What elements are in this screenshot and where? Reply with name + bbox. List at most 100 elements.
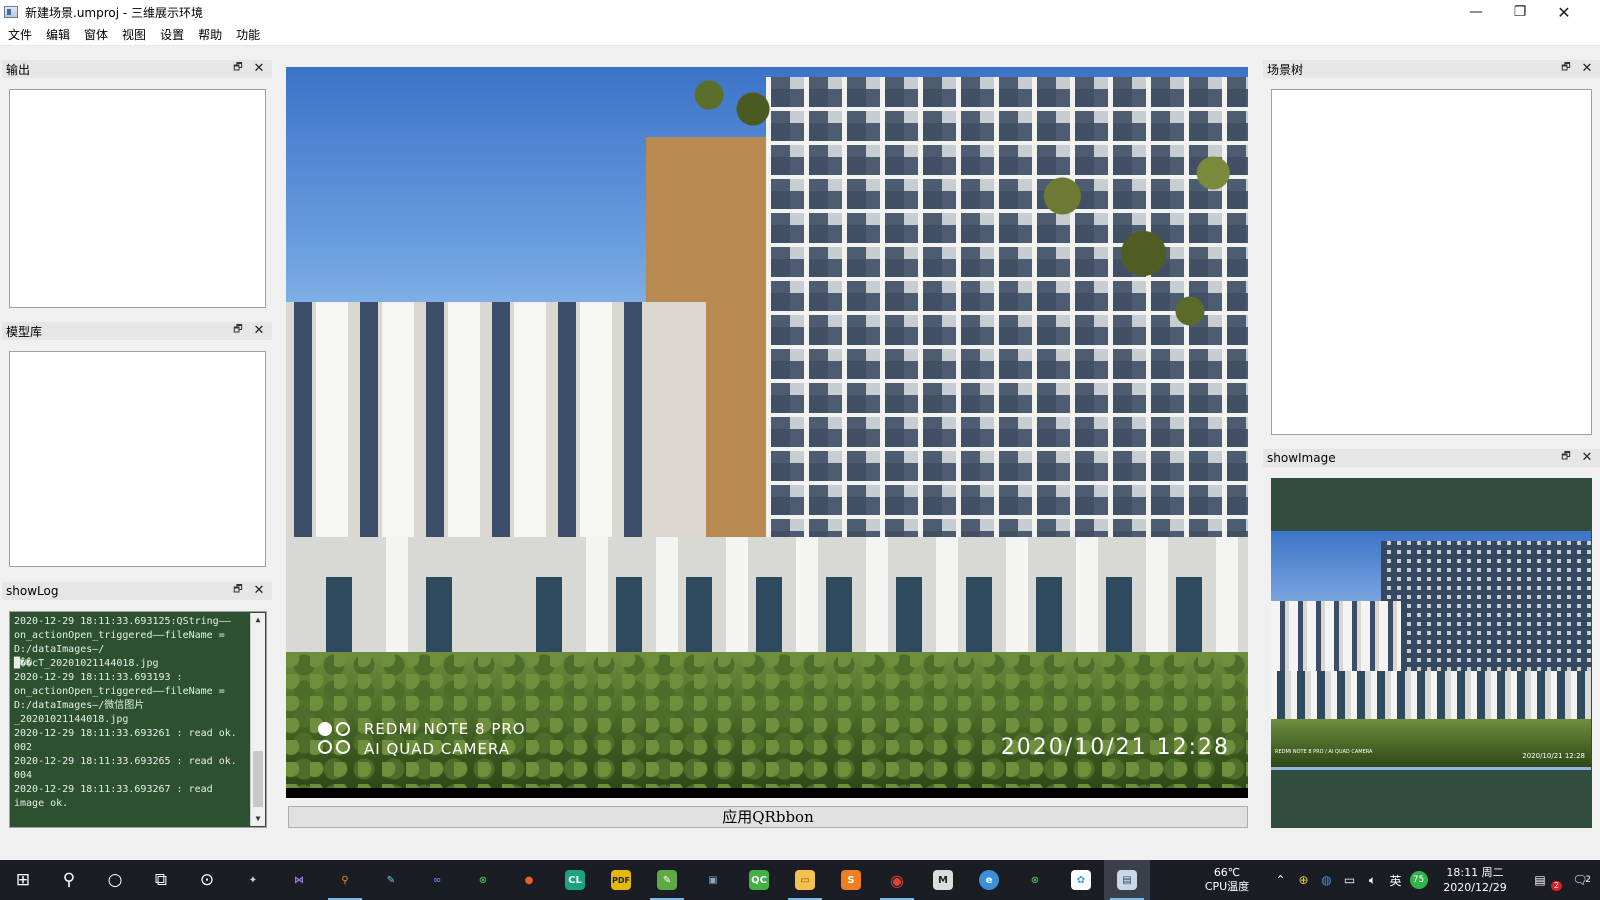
- log-line: 2020-12-29 18:11:33.693265 : read ok.: [14, 756, 237, 767]
- action-center-icon[interactable]: 🗨︎ 2: [1560, 873, 1600, 887]
- log-scrollbar[interactable]: ▲ ▼: [250, 613, 265, 826]
- menu-view[interactable]: 视图: [116, 26, 152, 43]
- restore-button[interactable]: ❐: [1498, 0, 1542, 24]
- photo-viewer-icon[interactable]: ▣: [690, 860, 736, 900]
- performance-badge-icon[interactable]: 75: [1407, 871, 1430, 889]
- camera-watermark: REDMI NOTE 8 PRO AI QUAD CAMERA: [316, 719, 526, 759]
- qt-creator-icon[interactable]: QC: [736, 860, 782, 900]
- chrome-icon[interactable]: ◉: [874, 860, 920, 900]
- pdf-icon[interactable]: PDF: [598, 860, 644, 900]
- xbox-icon-2[interactable]: ⊗: [1012, 860, 1058, 900]
- clock-date: 2020/12/29: [1443, 881, 1507, 894]
- show-image-area[interactable]: REDMI NOTE 8 PRO / AI QUAD CAMERA 2020/1…: [1271, 478, 1592, 828]
- task-view-icon[interactable]: ⧉: [138, 860, 184, 900]
- system-tray: 66℃ CPU温度 ⌃ ⊕ ◍ ▭ 🔈︎ 英 75 18:11 周二 2020/…: [1197, 860, 1600, 900]
- float-icon[interactable]: 🗗: [232, 62, 244, 74]
- watermark-model: REDMI NOTE 8 PRO: [364, 720, 526, 738]
- scroll-up-icon[interactable]: ▲: [251, 613, 265, 627]
- qt-window-icon[interactable]: ▤: [1104, 860, 1150, 900]
- show-log-dock-header[interactable]: showLog 🗗 ✕: [2, 582, 272, 600]
- model-library-dock-header[interactable]: 模型库 🗗 ✕: [2, 322, 272, 340]
- show-log-dock: showLog 🗗 ✕ 2020-12-29 18:11:33.693125:Q…: [2, 582, 272, 830]
- infinity-app-icon[interactable]: ∞: [414, 860, 460, 900]
- close-icon[interactable]: ✕: [252, 322, 266, 340]
- main-image-view[interactable]: REDMI NOTE 8 PRO AI QUAD CAMERA 2020/10/…: [286, 67, 1248, 798]
- model-library-area[interactable]: [9, 351, 266, 567]
- monitor-app-icon[interactable]: M: [920, 860, 966, 900]
- system-clock[interactable]: 18:11 周二 2020/12/29: [1436, 865, 1514, 895]
- edge-icon[interactable]: e: [966, 860, 1012, 900]
- windows-start-icon[interactable]: ⊞: [0, 860, 46, 900]
- menu-settings[interactable]: 设置: [154, 26, 190, 43]
- close-window-button[interactable]: ✕: [1542, 0, 1586, 24]
- menu-help[interactable]: 帮助: [192, 26, 228, 43]
- sublime-icon[interactable]: S: [828, 860, 874, 900]
- log-line: 2020-12-29 18:11:33.693193 :: [14, 672, 183, 683]
- search-icon[interactable]: ⚲: [46, 860, 92, 900]
- thumbnail-timestamp: 2020/10/21 12:28: [1522, 752, 1585, 760]
- network-app-icon[interactable]: ✿: [1058, 860, 1104, 900]
- notification-app-icon[interactable]: ▤ 2: [1520, 873, 1562, 891]
- apply-qribbon-button[interactable]: 应用QRbbon: [288, 806, 1248, 828]
- close-icon[interactable]: ✕: [1580, 60, 1594, 78]
- scroll-down-icon[interactable]: ▼: [251, 812, 265, 826]
- float-icon[interactable]: 🗗: [232, 584, 244, 596]
- title-bar: 新建场景.umproj - 三维展示环境 — ❐ ✕: [0, 0, 1600, 24]
- network-icon[interactable]: ▭: [1338, 873, 1361, 887]
- firefox-icon[interactable]: ●: [506, 860, 552, 900]
- menu-window[interactable]: 窗体: [78, 26, 114, 43]
- scene-tree-dock-header[interactable]: 场景树 🗗 ✕: [1263, 60, 1600, 78]
- close-icon[interactable]: ✕: [1580, 449, 1594, 467]
- input-method-indicator[interactable]: 英: [1384, 872, 1407, 889]
- log-line: 2020-12-29 18:11:33.693261 : read ok.: [14, 728, 237, 739]
- float-icon[interactable]: 🗗: [232, 324, 244, 336]
- visual-studio-icon[interactable]: ⋈: [276, 860, 322, 900]
- volume-icon[interactable]: 🔈︎: [1361, 873, 1384, 888]
- cpu-temp-label: CPU温度: [1204, 880, 1250, 893]
- show-image-dock-title: showImage: [1267, 451, 1336, 465]
- notepad-icon[interactable]: ✎: [644, 860, 690, 900]
- show-hidden-icons-icon[interactable]: ⌃: [1269, 873, 1292, 887]
- menu-edit[interactable]: 编辑: [40, 26, 76, 43]
- photo-tree-right: [1016, 127, 1248, 357]
- log-line: D:/dataImages—/: [14, 644, 105, 655]
- xbox-icon[interactable]: ⊗: [460, 860, 506, 900]
- bird-app-icon[interactable]: ✦: [230, 860, 276, 900]
- log-text-area[interactable]: 2020-12-29 18:11:33.693125:QString—— on_…: [9, 611, 267, 828]
- scroll-thumb[interactable]: [253, 751, 263, 807]
- scene-tree-area[interactable]: [1271, 89, 1592, 435]
- minimize-button[interactable]: —: [1454, 0, 1498, 24]
- log-line: 004: [14, 770, 33, 781]
- search-tool-icon[interactable]: ⚲: [322, 860, 368, 900]
- app-icon: [4, 6, 18, 18]
- clion-icon[interactable]: CL: [552, 860, 598, 900]
- menu-functions[interactable]: 功能: [230, 26, 266, 43]
- scene-tree-dock: 场景树 🗗 ✕: [1263, 60, 1600, 436]
- cpu-temperature[interactable]: 66℃ CPU温度: [1197, 866, 1257, 894]
- float-icon[interactable]: 🗗: [1560, 451, 1572, 463]
- cpu-temp-value: 66℃: [1213, 866, 1241, 879]
- menu-file[interactable]: 文件: [2, 26, 38, 43]
- show-log-dock-title: showLog: [6, 584, 59, 598]
- magnifier-icon[interactable]: ⊙: [184, 860, 230, 900]
- clock-time: 18:11 周二: [1446, 866, 1504, 879]
- float-icon[interactable]: 🗗: [1560, 62, 1572, 74]
- watermark-camera: AI QUAD CAMERA: [364, 740, 511, 758]
- output-dock: 输出 🗗 ✕: [2, 60, 272, 310]
- paint-icon[interactable]: ✎: [368, 860, 414, 900]
- tray-app-yellow-icon[interactable]: ⊕: [1292, 873, 1315, 887]
- photo-timestamp: 2020/10/21 12:28: [1000, 735, 1230, 760]
- log-line: on_actionOpen_triggered——fileName =: [14, 630, 225, 641]
- output-dock-header[interactable]: 输出 🗗 ✕: [2, 60, 272, 78]
- file-explorer-icon[interactable]: ▭: [782, 860, 828, 900]
- output-area[interactable]: [9, 89, 266, 308]
- photo-tree-top: [676, 67, 786, 137]
- close-icon[interactable]: ✕: [252, 582, 266, 600]
- taskbar: ⊞ ⚲ ○ ⧉ ⊙ ✦ ⋈ ⚲ ✎ ∞ ⊗ ● CL PDF ✎ ▣ QC ▭ …: [0, 860, 1600, 900]
- show-image-dock-header[interactable]: showImage 🗗 ✕: [1263, 449, 1600, 467]
- log-line: 002: [14, 742, 33, 753]
- log-line: image ok.: [14, 798, 69, 809]
- close-icon[interactable]: ✕: [252, 60, 266, 78]
- tray-app-blue-icon[interactable]: ◍: [1315, 873, 1338, 887]
- cortana-icon[interactable]: ○: [92, 860, 138, 900]
